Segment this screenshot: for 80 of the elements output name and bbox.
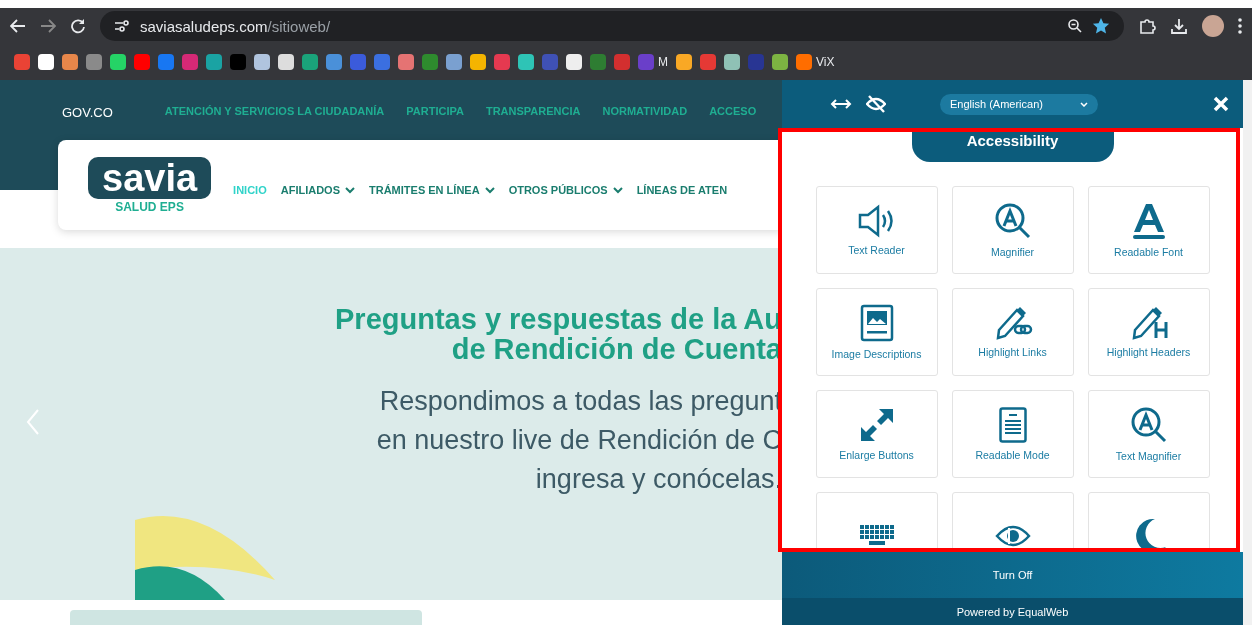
tool-button[interactable]: Readable Mode <box>951 390 1074 478</box>
nav-item[interactable]: LÍNEAS DE ATEN <box>636 184 728 196</box>
bookmark-icon[interactable] <box>796 54 812 70</box>
hero-title: de Rendición de Cuenta <box>451 334 782 364</box>
bookmark-icon[interactable] <box>206 54 222 70</box>
bookmark-icon[interactable] <box>724 54 740 70</box>
close-icon[interactable] <box>1213 96 1229 112</box>
site-settings-icon[interactable] <box>114 20 130 32</box>
puzzle-icon[interactable] <box>1138 17 1156 35</box>
tool-button[interactable]: Enlarge Buttons <box>815 390 938 478</box>
diagonal-arrows-icon <box>858 407 895 443</box>
turn-off-button[interactable]: Turn Off <box>782 552 1243 598</box>
bookmark-icon[interactable] <box>182 54 198 70</box>
menu-icon[interactable] <box>1238 18 1242 34</box>
bookmark-icon[interactable] <box>590 54 606 70</box>
bookmark-icon[interactable] <box>422 54 438 70</box>
language-select[interactable]: English (American) <box>940 93 1098 115</box>
forward-arrow-icon[interactable] <box>40 19 56 33</box>
eye-icon <box>994 524 1031 548</box>
bookmark-icon[interactable] <box>772 54 788 70</box>
reload-icon[interactable] <box>70 18 86 34</box>
star-icon[interactable] <box>1092 17 1110 35</box>
gov-link[interactable]: NORMATIVIDAD <box>602 105 688 117</box>
chevron-icon <box>1080 101 1088 107</box>
gov-logo[interactable]: GOV.CO <box>62 105 113 120</box>
bookmark-icon[interactable] <box>254 54 270 70</box>
bookmark-icon[interactable] <box>134 54 150 70</box>
tool-button[interactable]: Text Magnifier <box>1087 390 1210 478</box>
bookmark-icon[interactable] <box>494 54 510 70</box>
bookmark-label[interactable]: M <box>658 55 668 69</box>
tool-button[interactable]: Readable Font <box>1087 186 1210 274</box>
nav-item[interactable]: OTROS PÚBLICOS <box>508 184 623 196</box>
bookmark-icon[interactable] <box>566 54 582 70</box>
gov-link[interactable]: ATENCIÓN Y SERVICIOS LA CIUDADANÍA <box>164 105 385 117</box>
zoom-icon[interactable] <box>1068 19 1082 33</box>
download-icon[interactable] <box>1170 17 1188 35</box>
bookmark-icon[interactable] <box>158 54 174 70</box>
bookmark-icon[interactable] <box>278 54 294 70</box>
back-arrow-icon[interactable] <box>10 19 26 33</box>
eye-slash-icon[interactable] <box>866 94 886 114</box>
logo-subtitle: SALUD EPS <box>115 199 184 214</box>
gov-link[interactable]: PARTICIPA <box>406 105 464 117</box>
bookmark-icon[interactable] <box>62 54 78 70</box>
bookmark-label[interactable]: ViX <box>816 55 835 69</box>
gov-link[interactable]: TRANSPARENCIA <box>485 105 581 117</box>
bookmark-icon[interactable] <box>614 54 630 70</box>
tool-button[interactable]: Highlight Links <box>951 288 1074 376</box>
magnifier-icon <box>1129 406 1168 444</box>
tool-button[interactable]: Magnifier <box>951 186 1074 274</box>
bookmark-icon[interactable] <box>110 54 126 70</box>
double-arrow-icon[interactable] <box>830 98 852 110</box>
tool-button[interactable]: Image Descriptions <box>815 288 938 376</box>
bookmark-icon[interactable] <box>14 54 30 70</box>
magnifier-icon <box>993 202 1032 240</box>
nav-item[interactable]: AFILIADOS <box>280 184 355 196</box>
profile-avatar[interactable] <box>1202 15 1224 37</box>
bookmark-icon[interactable] <box>676 54 692 70</box>
gov-link[interactable]: ACCESO <box>709 105 757 117</box>
font-icon <box>1130 202 1167 240</box>
tool-button[interactable]: Text Reader <box>815 186 938 274</box>
nav-item[interactable]: TRÁMITES EN LÍNEA <box>369 184 495 196</box>
bookmark-icon[interactable] <box>86 54 102 70</box>
bookmark-icon[interactable] <box>326 54 342 70</box>
image-icon <box>859 304 894 342</box>
powered-by-footer: Powered by EqualWeb <box>782 598 1243 625</box>
bookmark-icon[interactable] <box>38 54 54 70</box>
bookmark-icon[interactable] <box>446 54 462 70</box>
bookmark-icon[interactable] <box>518 54 534 70</box>
keyboard-icon <box>858 524 895 548</box>
bookmark-icon[interactable] <box>302 54 318 70</box>
url-text: saviasaludeps.com/sitioweb/ <box>140 17 331 35</box>
tool-button[interactable]: Highlight Headers <box>1087 288 1210 376</box>
document-icon <box>998 407 1027 443</box>
bookmark-icon[interactable] <box>398 54 414 70</box>
scrollbar[interactable] <box>1243 80 1252 625</box>
bookmark-icon[interactable] <box>374 54 390 70</box>
bookmark-icon[interactable] <box>470 54 486 70</box>
address-bar[interactable]: saviasaludeps.com/sitioweb/ <box>100 11 1124 41</box>
logo[interactable]: savia <box>88 156 212 199</box>
bookmark-icon[interactable] <box>700 54 716 70</box>
